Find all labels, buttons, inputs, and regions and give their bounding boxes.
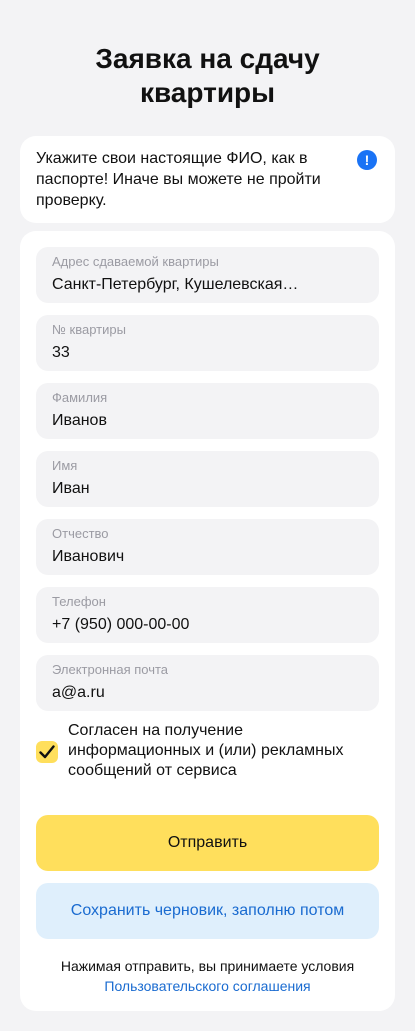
address-label: Адрес сдаваемой квартиры (52, 254, 219, 269)
address-field[interactable]: Адрес сдаваемой квартиры Санкт-Петербург… (36, 247, 379, 303)
email-value: a@a.ru (52, 684, 105, 701)
terms-text: Нажимая отправить, вы принимаете условия (60, 958, 355, 974)
patronymic-label: Отчество (52, 526, 109, 541)
phone-field[interactable]: Телефон +7 (950) 000-00-00 (36, 587, 379, 643)
consent-checkbox[interactable] (36, 741, 58, 763)
email-field[interactable]: Электронная почта a@a.ru (36, 655, 379, 711)
page-title-line-1: Заявка на сдачу (95, 43, 320, 74)
notice-text: Укажите свои настоящие ФИО, как в паспор… (36, 150, 321, 209)
passport-notice: Укажите свои настоящие ФИО, как в паспор… (20, 136, 395, 223)
patronymic-field[interactable]: Отчество Иванович (36, 519, 379, 575)
rental-form: Адрес сдаваемой квартиры Санкт-Петербург… (20, 231, 395, 1011)
checkmark-icon (39, 745, 55, 759)
last-name-value: Иванов (52, 412, 107, 429)
consent-row[interactable]: Согласен на получение информационных и (… (36, 721, 379, 783)
page-title: Заявка на сдачу квартиры (0, 42, 415, 110)
consent-label: Согласен на получение информационных и (… (68, 722, 344, 779)
phone-value: +7 (950) 000-00-00 (52, 616, 190, 633)
user-agreement-link[interactable]: Пользовательского соглашения (20, 976, 395, 996)
apartment-number-field[interactable]: № квартиры 33 (36, 315, 379, 371)
email-label: Электронная почта (52, 662, 169, 677)
apartment-number-value: 33 (52, 344, 70, 361)
last-name-field[interactable]: Фамилия Иванов (36, 383, 379, 439)
phone-label: Телефон (52, 594, 106, 609)
terms-notice: Нажимая отправить, вы принимаете условия… (20, 956, 395, 996)
last-name-label: Фамилия (52, 390, 108, 405)
address-value: Санкт-Петербург, Кушелевская… (52, 276, 299, 293)
first-name-field[interactable]: Имя Иван (36, 451, 379, 507)
first-name-label: Имя (52, 458, 78, 473)
page-title-line-2: квартиры (139, 77, 276, 108)
submit-button[interactable]: Отправить (36, 815, 379, 871)
info-icon: ! (357, 150, 377, 170)
patronymic-value: Иванович (52, 548, 125, 565)
apartment-number-label: № квартиры (52, 322, 126, 337)
save-draft-button[interactable]: Сохранить черновик, заполню потом (36, 883, 379, 939)
first-name-value: Иван (52, 480, 90, 497)
